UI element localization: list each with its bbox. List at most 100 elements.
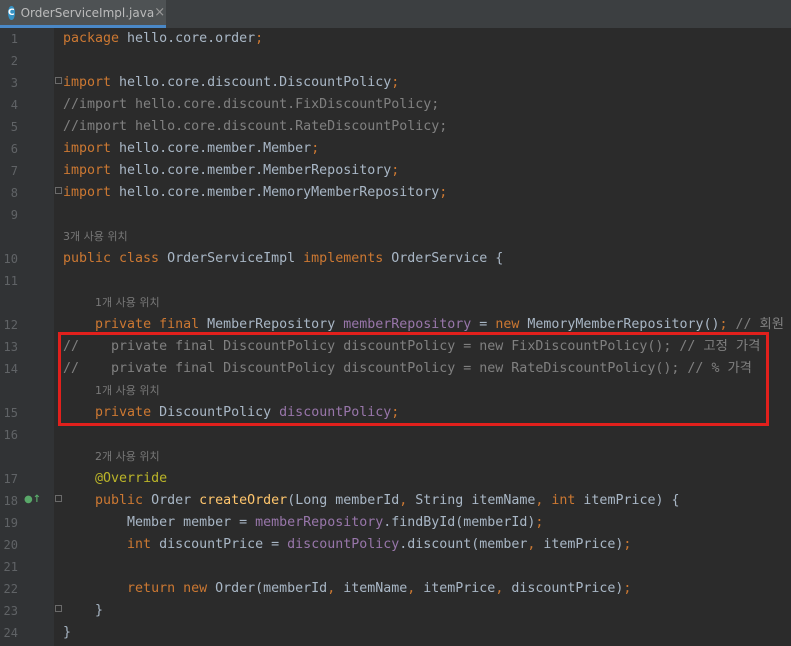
code-line[interactable]: 9 [0,204,791,226]
line-number: 15 [3,406,18,420]
code-text[interactable]: public class OrderServiceImpl implements… [63,248,503,270]
code-token: , [407,581,424,596]
code-line[interactable]: 1 package hello.core.order; [0,28,791,50]
code-text[interactable]: Member member = memberRepository.findByI… [63,512,543,534]
code-token: } [63,625,72,640]
code-token: hello.core.member.Member [119,141,312,156]
code-line[interactable]: 11 [0,270,791,292]
usage-hint-member-repository[interactable]: 1개 사용 위치 [95,292,160,314]
fold-icon[interactable] [55,495,62,502]
code-token: hello.core.discount.DiscountPolicy [119,75,392,90]
code-token: import [63,163,120,178]
code-token: import [63,185,120,200]
code-token: ; [623,581,632,596]
tab-order-service-impl[interactable]: C OrderServiceImpl.java × [0,0,166,28]
code-line[interactable]: 22 return new Order(memberId, itemName, … [0,578,791,600]
code-text[interactable]: } [63,622,71,644]
highlight-annotation-box [58,332,769,426]
code-text[interactable]: package hello.core.order; [63,28,263,50]
code-line[interactable]: 10 public class OrderServiceImpl implemen… [0,248,791,270]
code-text[interactable]: import hello.core.discount.DiscountPolic… [63,72,399,94]
code-text[interactable]: @Override [63,468,167,490]
code-token: discountPolicy [287,537,400,552]
line-number: 9 [10,208,18,222]
code-token: package [63,31,128,46]
implements-method-icon[interactable]: ●↑ [24,493,41,507]
line-number: 24 [3,626,18,640]
fold-icon[interactable] [55,605,62,612]
code-token: hello.core.member.MemberRepository [119,163,392,178]
line-number: 22 [3,582,18,596]
line-number: 3 [10,76,18,90]
line-number: 18 [3,494,18,508]
code-token: int [127,537,160,552]
line-number: 19 [3,516,18,530]
code-token: Member member = [63,515,256,530]
code-line[interactable]: 23 } [0,600,791,622]
code-line[interactable]: 21 [0,556,791,578]
line-number: 5 [10,120,18,134]
line-number: 6 [10,142,18,156]
code-token: itemName [343,581,408,596]
code-token: ; [439,185,448,200]
usage-hint-class[interactable]: 3개 사용 위치 [63,226,128,248]
code-token: .discount(member [399,537,528,552]
code-text[interactable]: public Order createOrder(Long memberId , … [63,490,680,512]
line-number: 1 [10,32,18,46]
code-line[interactable]: 17 @Override [0,468,791,490]
code-token: .findById(memberId) [383,515,536,530]
code-line[interactable]: 3 import hello.core.discount.DiscountPoli… [0,72,791,94]
code-line[interactable]: 2 [0,50,791,72]
code-token: new [495,317,528,332]
code-line[interactable]: 5 //import hello.core.discount.RateDiscou… [0,116,791,138]
line-number: 20 [3,538,18,552]
code-token: (Long memberId [287,493,400,508]
code-token: itemPrice) [543,537,624,552]
code-token: memberRepository [343,317,472,332]
code-token: String itemName [415,493,536,508]
close-icon[interactable]: × [154,5,165,20]
usage-hint-create-order[interactable]: 2개 사용 위치 [95,446,160,468]
code-text[interactable]: } [63,600,103,622]
code-token: return new [127,581,216,596]
fold-icon[interactable] [55,77,62,84]
code-token: discountPrice) [511,581,624,596]
code-line[interactable]: 7 import hello.core.member.MemberReposito… [0,160,791,182]
code-token: public [95,493,152,508]
code-token: , int [535,493,584,508]
editor-tab-bar: C OrderServiceImpl.java × [0,0,791,29]
code-text[interactable]: return new Order(memberId, itemName, ite… [63,578,631,600]
code-text[interactable]: import hello.core.member.Member; [63,138,319,160]
fold-icon[interactable] [55,187,62,194]
code-text[interactable]: import hello.core.member.MemberRepositor… [63,160,399,182]
code-token: public class [63,251,168,266]
code-line[interactable]: 20 int discountPrice = discountPolicy.di… [0,534,791,556]
code-token: ; [719,317,736,332]
code-token: ; [391,75,400,90]
line-number: 12 [3,318,18,332]
code-line[interactable]: 8 import hello.core.member.MemoryMemberRe… [0,182,791,204]
code-line[interactable]: 24} [0,622,791,644]
code-token: itemPrice) { [583,493,680,508]
code-line[interactable]: 6 import hello.core.member.Member; [0,138,791,160]
code-editor[interactable]: 1 package hello.core.order; 2 3 import hello… [0,28,791,646]
code-text[interactable]: int discountPrice = discountPolicy.disco… [63,534,631,556]
code-line[interactable]: 16 [0,424,791,446]
line-number: 21 [3,560,18,574]
code-token: OrderServiceImpl [167,251,304,266]
line-number: 16 [3,428,18,442]
code-token: hello.core.order [127,31,256,46]
code-text[interactable]: //import hello.core.discount.FixDiscount… [63,94,439,116]
line-number: 11 [3,274,18,288]
line-number: 4 [10,98,18,112]
code-token: Order [151,493,200,508]
code-text[interactable]: //import hello.core.discount.RateDiscoun… [63,116,447,138]
code-line[interactable]: 4 //import hello.core.discount.FixDiscoun… [0,94,791,116]
code-token: @Override [95,471,168,486]
code-text[interactable]: import hello.core.member.MemoryMemberRep… [63,182,447,204]
code-line[interactable]: 18 public Order createOrder(Long memberI… [0,490,791,512]
code-line[interactable]: 19 Member member = memberRepository.find… [0,512,791,534]
